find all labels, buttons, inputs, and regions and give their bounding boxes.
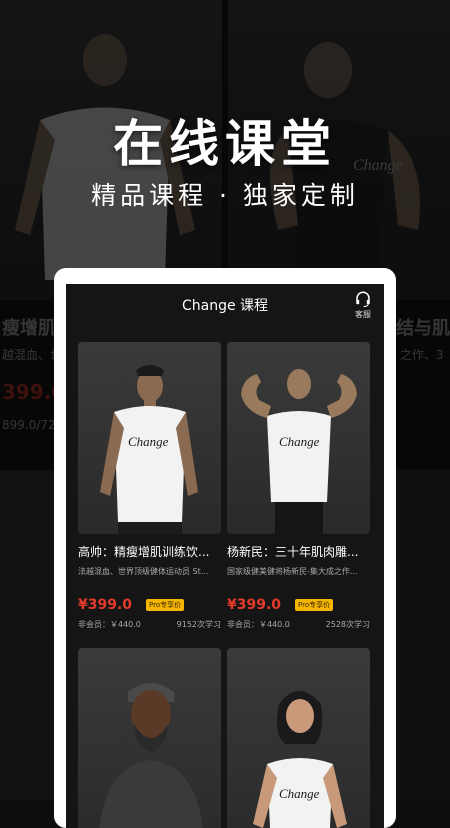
course-card[interactable]: Change 高帅：精瘦增肌训练饮... 法越混血、世界顶级健体运动员 St..… xyxy=(78,342,221,630)
shirt-logo: Change xyxy=(128,434,169,449)
headset-icon xyxy=(356,291,370,308)
course-card[interactable]: Change xyxy=(227,648,370,828)
price-row: ¥399.0 Pro专享价 xyxy=(227,597,370,613)
athlete-image: Change xyxy=(100,365,198,534)
course-meta: 非会员：￥440.0 2528次学习 xyxy=(227,619,370,630)
course-desc: 国家级健美健将杨新民-集大成之作... xyxy=(227,567,358,576)
course-price: ¥399.0 xyxy=(227,597,282,613)
coach-image: Change xyxy=(253,691,347,828)
shirt-logo: Change xyxy=(279,786,320,801)
athlete-image: Change xyxy=(241,369,357,534)
price-row: ¥399.0 Pro专享价 xyxy=(78,597,221,613)
learner-count: 2528次学习 xyxy=(325,620,370,629)
app-title: Change 课程 xyxy=(181,298,269,314)
coach-image xyxy=(99,683,203,828)
course-name: 杨新民：三十年肌肉雕... xyxy=(227,545,359,559)
non-member-price: 非会员：￥440.0 xyxy=(78,620,141,629)
course-meta: 非会员：￥440.0 9152次学习 xyxy=(78,619,221,630)
customer-service-button[interactable]: 客服 xyxy=(348,290,378,322)
customer-service-label: 客服 xyxy=(355,310,371,319)
hero-subtitle: 精品课程 · 独家定制 xyxy=(91,181,359,210)
course-photo: Change xyxy=(78,342,221,534)
course-photo: Change xyxy=(227,342,370,534)
course-card[interactable]: Change 杨新民：三十年肌肉雕... 国家级健美健将杨新民-集大成之作...… xyxy=(227,342,370,630)
hero-title: 在线课堂 xyxy=(113,115,337,173)
course-card[interactable] xyxy=(78,648,221,828)
pro-price-badge: Pro专享价 xyxy=(146,599,185,611)
pro-price-badge: Pro专享价 xyxy=(295,599,334,611)
non-member-price: 非会员：￥440.0 xyxy=(227,620,290,629)
app-header: Change 课程 客服 xyxy=(66,284,384,326)
learner-count: 9152次学习 xyxy=(176,620,221,629)
course-photo xyxy=(78,648,221,828)
course-name: 高帅：精瘦增肌训练饮... xyxy=(78,545,210,559)
course-desc: 法越混血、世界顶级健体运动员 St... xyxy=(78,567,209,576)
app-screen: Change 课程 客服 Change 高帅：精瘦增肌训练饮... 法越混血、世… xyxy=(66,284,384,828)
device-frame: Change 课程 客服 Change 高帅：精瘦增肌训练饮... 法越混血、世… xyxy=(54,268,396,828)
shirt-logo: Change xyxy=(279,434,320,449)
course-price: ¥399.0 xyxy=(78,597,133,613)
course-photo: Change xyxy=(227,648,370,828)
